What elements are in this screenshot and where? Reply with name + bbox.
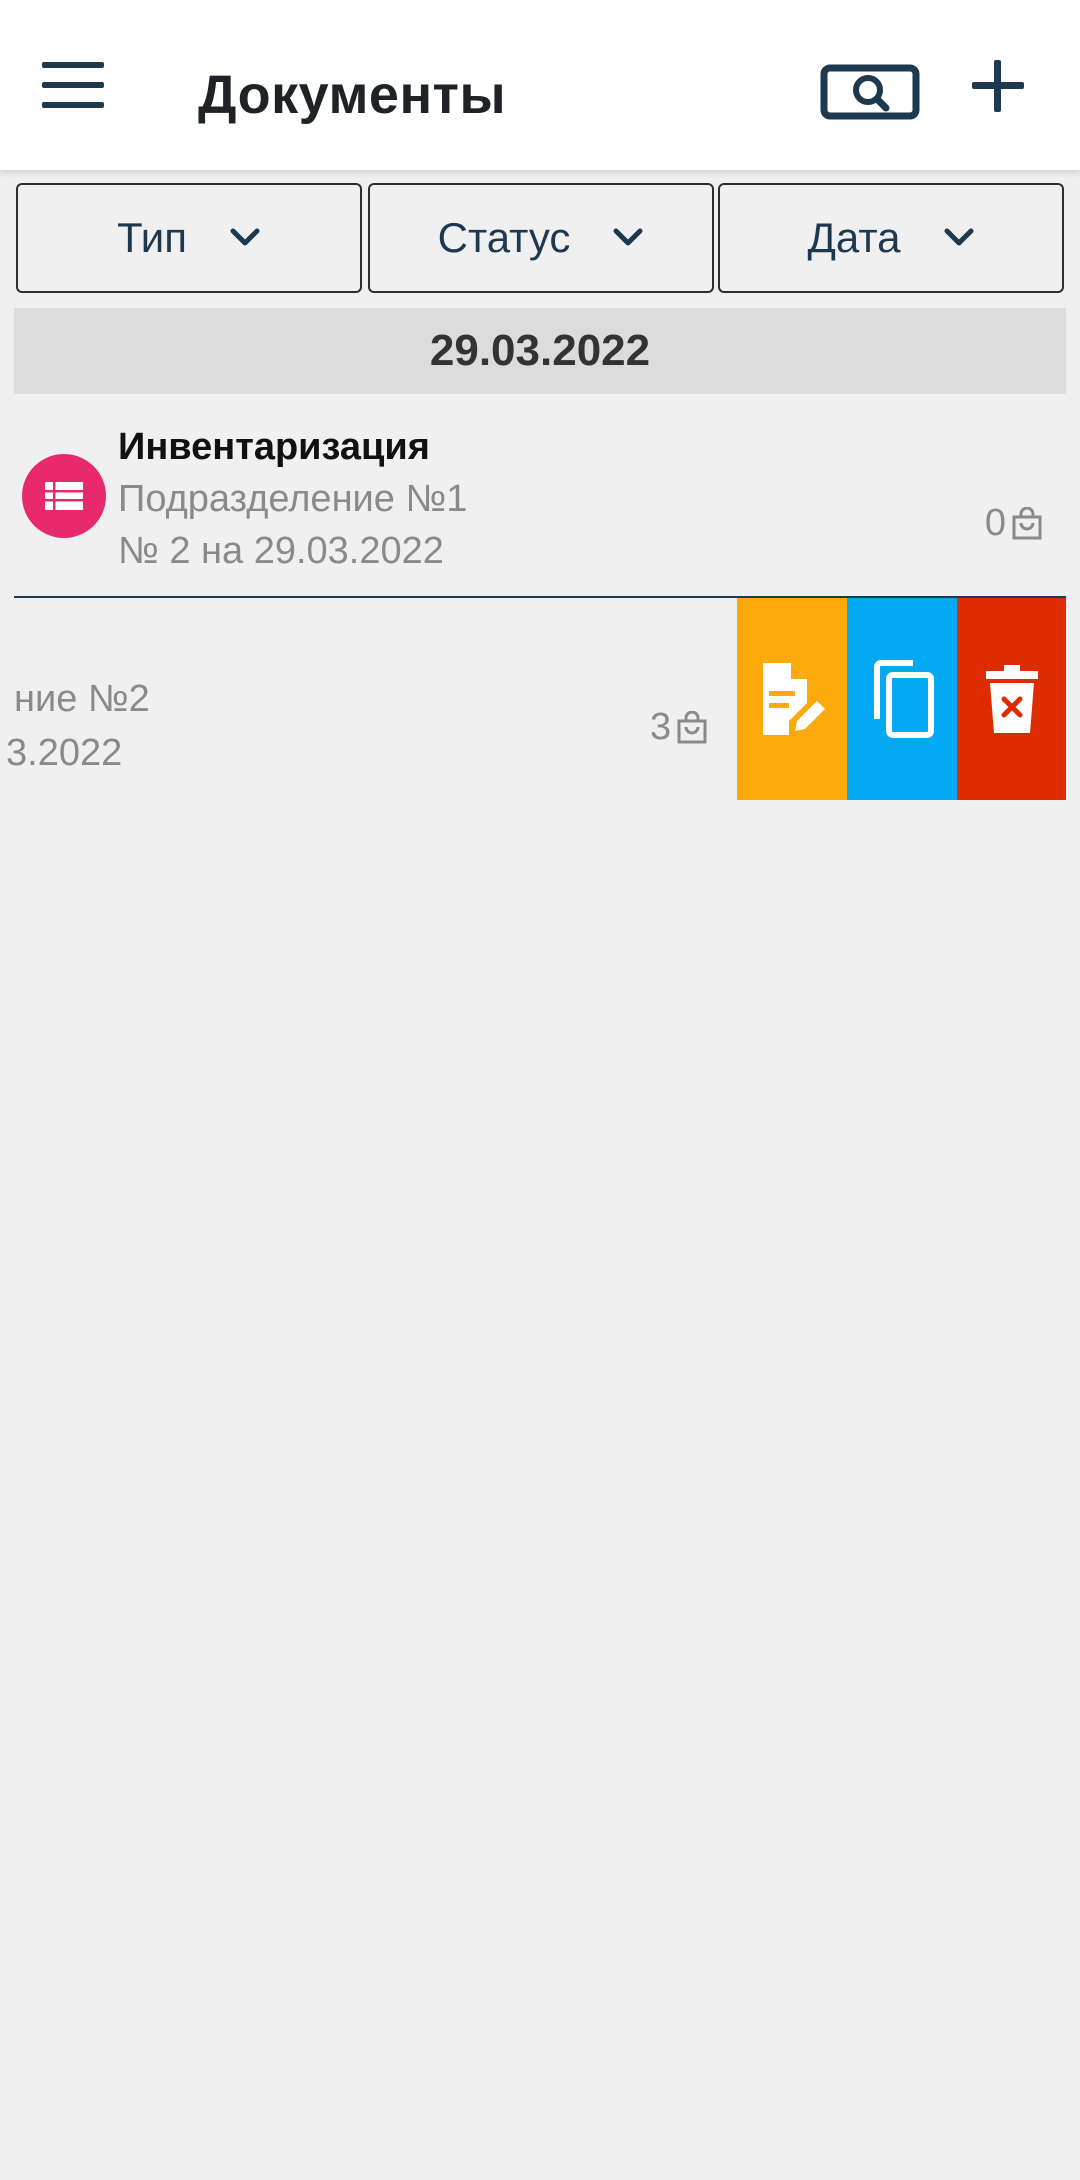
- filter-status-dropdown[interactable]: Статус: [368, 183, 714, 293]
- chevron-down-icon: [230, 228, 260, 246]
- document-quantity: 3: [650, 706, 709, 749]
- copy-document-button[interactable]: [847, 598, 957, 800]
- filter-bar: Тип Статус Дата: [16, 183, 1064, 295]
- plus-icon: [972, 60, 1024, 112]
- quantity-value: 0: [984, 502, 1006, 544]
- document-type-avatar: [22, 454, 106, 538]
- delete-document-button[interactable]: [957, 598, 1066, 800]
- document-number-date: № 2 на 29.03.2022: [118, 530, 444, 572]
- document-list-item[interactable]: Инвентаризация Подразделение №1 № 2 на 2…: [14, 400, 1066, 598]
- document-department: Подразделение №1: [118, 478, 468, 520]
- copy-icon: [874, 660, 934, 738]
- page-title: Документы: [198, 65, 507, 125]
- add-document-button[interactable]: [970, 58, 1032, 130]
- chevron-down-icon: [944, 228, 973, 246]
- document-title: Инвентаризация: [118, 426, 430, 468]
- date-group-header: 29.03.2022: [14, 308, 1066, 394]
- edit-document-icon: [763, 663, 825, 735]
- document-department: ние №2: [14, 678, 150, 720]
- shopping-bag-icon: [677, 710, 707, 743]
- filter-status-label: Статус: [437, 214, 571, 261]
- table-list-icon: [45, 482, 83, 510]
- document-quantity: 0: [985, 502, 1044, 545]
- filter-date-dropdown[interactable]: Дата: [718, 183, 1064, 293]
- quantity-value: 3: [650, 706, 672, 748]
- filter-date-label: Дата: [807, 214, 901, 261]
- menu-button[interactable]: [40, 60, 118, 126]
- menu-icon: [42, 62, 104, 108]
- filter-type-dropdown[interactable]: Тип: [16, 183, 362, 293]
- scan-search-button[interactable]: [820, 64, 924, 124]
- top-app-bar: Документы: [0, 0, 1080, 170]
- chevron-down-icon: [613, 228, 643, 246]
- document-list-item-swiped[interactable]: ние №2 3.2022 3: [0, 598, 1066, 800]
- app-screen: Документы Тип Статус Дата 29.03.2022 Инв…: [0, 0, 1080, 2180]
- edit-document-button[interactable]: [737, 598, 847, 800]
- filter-type-label: Тип: [116, 214, 187, 261]
- document-number-date: 3.2022: [6, 732, 123, 774]
- delete-icon: [985, 665, 1038, 733]
- shopping-bag-icon: [1012, 506, 1042, 539]
- search-barcode-icon: [820, 64, 920, 120]
